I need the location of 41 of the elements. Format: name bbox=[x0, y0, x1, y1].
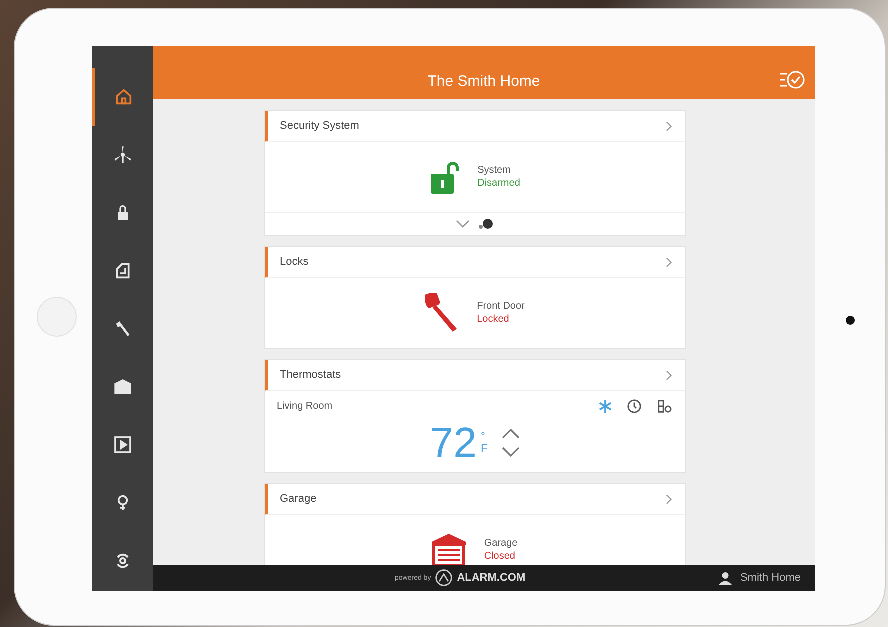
card-title: Locks bbox=[280, 256, 309, 268]
home-title: The Smith Home bbox=[428, 73, 540, 90]
device-name: System bbox=[478, 165, 512, 176]
garage-icon bbox=[112, 377, 132, 397]
user-icon bbox=[719, 572, 732, 584]
chevron-right-icon bbox=[666, 256, 673, 268]
device-status: Closed bbox=[484, 551, 516, 562]
card-header[interactable]: Locks bbox=[265, 247, 685, 278]
card-header[interactable]: Security System bbox=[265, 111, 685, 142]
chevron-down-icon[interactable] bbox=[502, 447, 520, 457]
home-icon bbox=[114, 87, 134, 107]
room-name: Living Room bbox=[277, 401, 333, 412]
garage-icon bbox=[432, 534, 466, 565]
key-icon bbox=[425, 293, 460, 333]
device-name: Front Door bbox=[477, 301, 525, 312]
snowflake-icon[interactable] bbox=[598, 399, 613, 414]
temperature-unit: F bbox=[480, 443, 488, 456]
device-status: Locked bbox=[477, 314, 510, 325]
user-name[interactable]: Smith Home bbox=[740, 572, 801, 584]
checklist-icon[interactable] bbox=[779, 70, 805, 90]
logo-icon bbox=[435, 569, 454, 587]
camera-icon[interactable] bbox=[478, 218, 494, 230]
card-title: Security System bbox=[280, 120, 360, 132]
clock-icon[interactable] bbox=[627, 399, 642, 414]
card-title: Garage bbox=[280, 493, 317, 505]
brand-name: ALARM.COM bbox=[457, 572, 526, 584]
temperature-reading: 72 bbox=[430, 419, 477, 467]
device-status: Disarmed bbox=[478, 178, 520, 189]
chevron-down-icon[interactable] bbox=[456, 220, 470, 228]
device-name: Garage bbox=[484, 538, 518, 549]
video-icon bbox=[112, 435, 132, 455]
open-padlock-icon bbox=[430, 159, 460, 195]
card-header[interactable]: Garage bbox=[265, 484, 685, 515]
chevron-right-icon bbox=[666, 120, 673, 132]
chevron-up-icon[interactable] bbox=[502, 429, 520, 439]
chevron-right-icon bbox=[666, 370, 673, 380]
card-header[interactable]: Thermostats bbox=[265, 360, 685, 391]
camera-dot bbox=[846, 316, 855, 325]
card-title: Thermostats bbox=[280, 369, 342, 381]
degree-sign: ° bbox=[480, 430, 486, 443]
chevron-right-icon bbox=[666, 494, 673, 504]
